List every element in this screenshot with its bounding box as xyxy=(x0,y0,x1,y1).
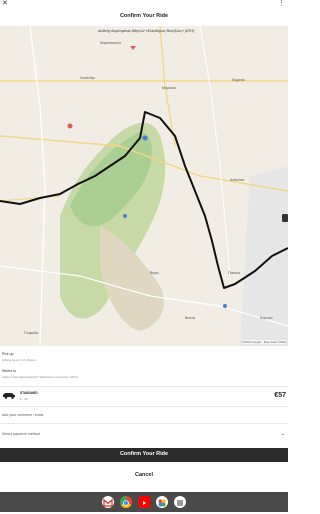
comment-placeholder: Add your comment / extra xyxy=(2,412,44,417)
status-bar: ✕ ⋮ xyxy=(0,0,288,8)
dropoff-value[interactable]: Athens International Airport "Eleftherio… xyxy=(2,375,78,379)
divider xyxy=(0,406,288,407)
map-label: Παιανία xyxy=(228,271,241,275)
car-icon xyxy=(3,393,15,399)
payment-method-select[interactable]: Select payment method ⌄ xyxy=(0,428,288,440)
map-label: Βάρη xyxy=(150,271,159,275)
chevron-down-icon: ⌄ xyxy=(280,430,285,437)
app-dock xyxy=(0,492,288,512)
map-label: Κορωπί xyxy=(260,316,273,320)
payment-placeholder: Select payment method xyxy=(2,431,40,436)
pickup-label: Pick up xyxy=(2,352,14,356)
confirm-ride-button[interactable]: Confirm Your Ride xyxy=(0,448,288,462)
more-options-icon[interactable]: ⋮ xyxy=(278,0,285,7)
ride-type[interactable]: STANDARD xyxy=(20,391,38,395)
map-label: Μαρούσι xyxy=(162,86,177,90)
map-attribution: ©2024 Google · Map data ©2024 xyxy=(241,340,286,344)
confirm-ride-label: Confirm Your Ride xyxy=(119,451,169,457)
close-icon[interactable]: ✕ xyxy=(2,0,8,7)
comment-field[interactable]: Add your comment / extra xyxy=(0,409,288,421)
pickup-value[interactable]: Athens Sector 12, Athens xyxy=(2,358,36,362)
divider xyxy=(0,386,288,387)
youtube-icon[interactable] xyxy=(138,496,150,508)
photos-icon[interactable] xyxy=(156,496,168,508)
apps-icon[interactable] xyxy=(174,496,186,508)
map-label: Βούλα xyxy=(185,316,196,320)
map-canvas xyxy=(0,26,288,346)
gmail-icon[interactable] xyxy=(102,496,114,508)
map-label: Κηφισιά xyxy=(232,78,245,82)
dropoff-label: Where to xyxy=(2,369,17,373)
cancel-button[interactable]: Cancel xyxy=(0,462,288,492)
map-label: Μαρκόπουλο xyxy=(100,41,121,45)
map-label: Ανθούσα xyxy=(230,178,245,182)
ride-capacity: 1 · 3h xyxy=(20,397,28,401)
title-bar: Confirm Your Ride xyxy=(0,8,288,27)
chrome-icon[interactable] xyxy=(120,496,132,508)
cancel-label: Cancel xyxy=(134,472,154,478)
destination-map-label: Διεθνής Αερολιμένας Αθηνών «Ελευθέριος Β… xyxy=(98,29,195,33)
map-view[interactable]: Διεθνής Αερολιμένας Αθηνών «Ελευθέριος Β… xyxy=(0,26,288,346)
divider xyxy=(0,423,288,424)
map-label: Γλυφάδα xyxy=(24,331,39,335)
ride-price: €57 xyxy=(274,392,286,399)
page-title: Confirm Your Ride xyxy=(119,13,169,19)
map-label: Χαλάνδρι xyxy=(80,76,95,80)
